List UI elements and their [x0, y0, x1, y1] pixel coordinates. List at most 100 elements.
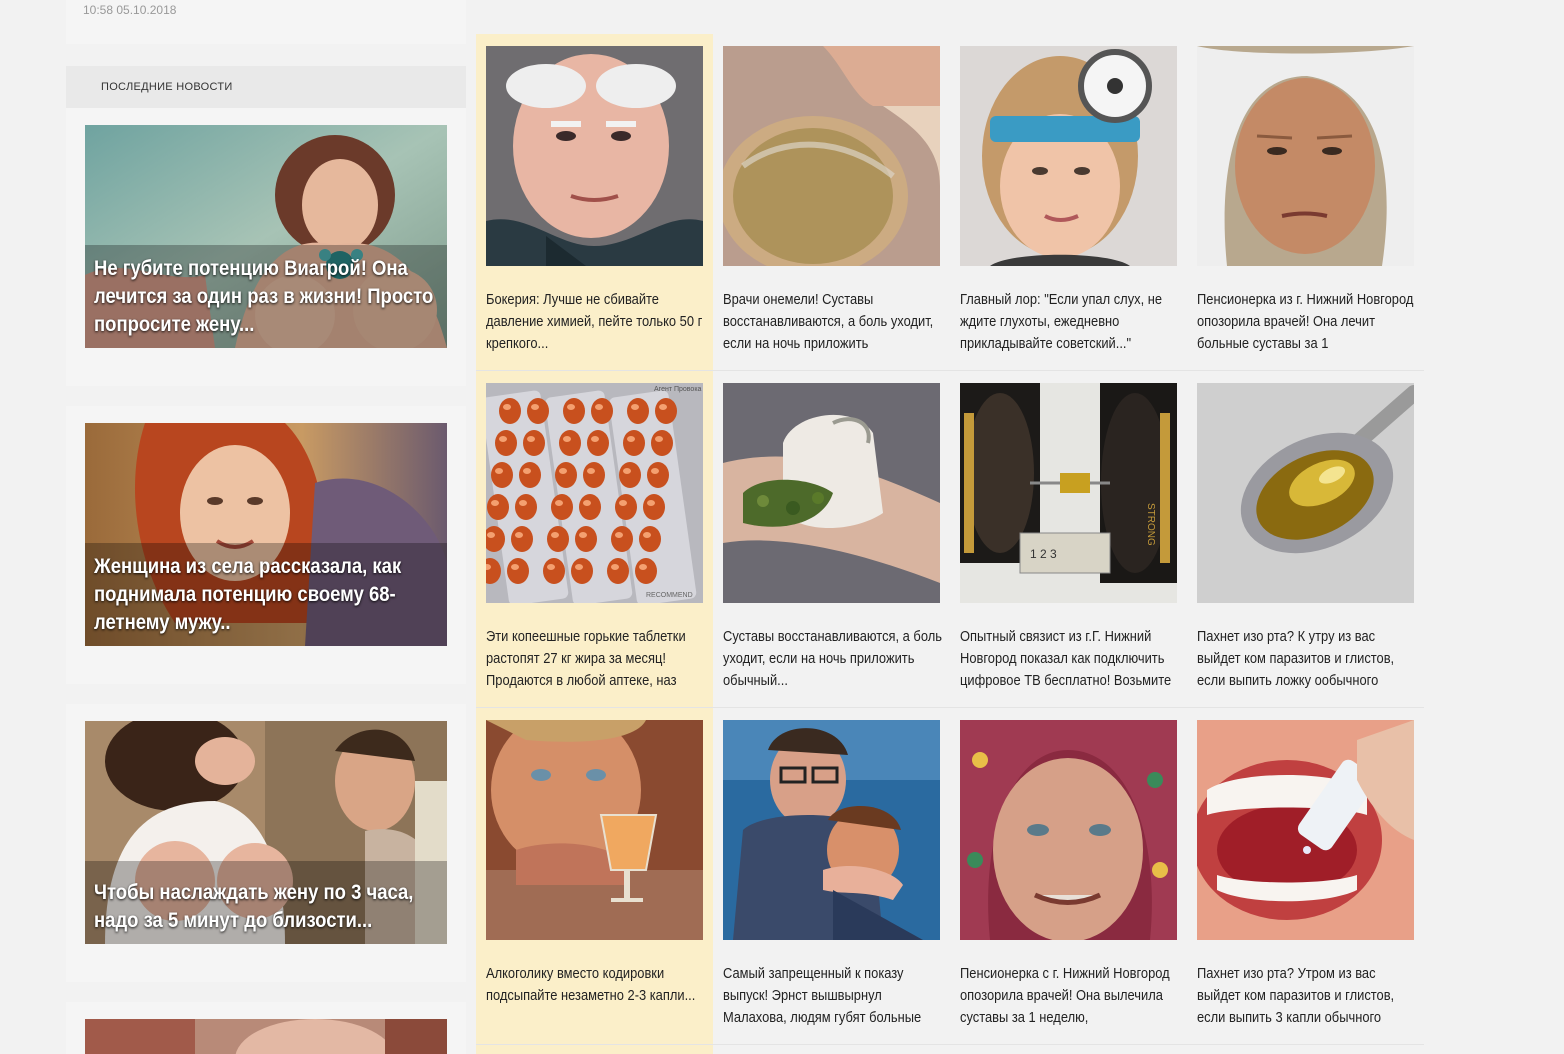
pill-capsule — [647, 462, 669, 488]
news-tile[interactable]: Пахнет изо рта? Утром из вас выйдет ком … — [1187, 708, 1424, 1045]
pill-capsule — [487, 494, 509, 520]
news-image[interactable] — [723, 46, 940, 266]
pill-highlight — [595, 404, 603, 410]
latest-news-header: ПОСЛЕДНИЕ НОВОСТИ — [66, 66, 466, 108]
pill-highlight — [627, 436, 635, 442]
pill-capsule — [643, 494, 665, 520]
news-title[interactable]: Алкоголику вместо кодировки подсыпайте н… — [486, 963, 708, 1007]
news-tile[interactable]: Пахнет изо рта? К утру из вас выйдет ком… — [1187, 371, 1424, 708]
pill-highlight — [495, 468, 503, 474]
sidebar-news-card[interactable]: Чтобы наслаждать жену по 3 часа, надо за… — [66, 704, 466, 982]
pill-capsule — [547, 526, 569, 552]
pill-capsule — [611, 526, 633, 552]
news-image[interactable] — [723, 720, 940, 940]
pill-capsule — [607, 558, 629, 584]
sidebar-news-card[interactable] — [66, 1002, 466, 1054]
news-image[interactable]: Агент Провока RECOMMEND — [486, 383, 703, 603]
news-caption[interactable]: Чтобы наслаждать жену по 3 часа, надо за… — [94, 879, 447, 935]
latest-news-title: ПОСЛЕДНИЕ НОВОСТИ — [101, 81, 233, 93]
news-tile[interactable]: Бокерия: Лучше не сбивайте давление хими… — [476, 34, 713, 371]
pill-capsule — [579, 494, 601, 520]
sidebar-news-card[interactable]: Не губите потенцию Виагрой! Она лечится … — [66, 108, 466, 386]
watermark-text: RECOMMEND — [646, 592, 693, 599]
pill-highlight — [655, 436, 663, 442]
pill-capsule — [655, 398, 677, 424]
news-image[interactable] — [723, 383, 940, 603]
news-image[interactable]: Женщина из села рассказала, как поднимал… — [85, 423, 447, 646]
pill-capsule — [515, 494, 537, 520]
pill-capsule — [587, 430, 609, 456]
watermark-text: Агент Провока — [654, 386, 702, 393]
news-tile[interactable]: Пенсионерка с г. Нижний Новгород опозори… — [950, 708, 1187, 1045]
pill-capsule — [627, 398, 649, 424]
news-tile[interactable] — [476, 1045, 713, 1054]
news-image[interactable] — [960, 720, 1177, 940]
news-title[interactable]: Пенсионерка с г. Нижний Новгород опозори… — [960, 963, 1182, 1029]
news-image[interactable] — [1197, 720, 1414, 940]
pill-highlight — [619, 500, 627, 506]
sidebar: 10:58 05.10.2018 ПОСЛЕДНИЕ НОВОСТИ Не гу… — [66, 0, 466, 1054]
ruler-digits: 1 2 3 — [1030, 547, 1057, 561]
sidebar-news-card[interactable]: Женщина из села рассказала, как поднимал… — [66, 406, 466, 684]
news-caption[interactable]: Женщина из села рассказала, как поднимал… — [94, 553, 447, 637]
news-title[interactable]: Суставы восстанавливаются, а боль уходит… — [723, 626, 945, 692]
news-title[interactable]: Бокерия: Лучше не сбивайте давление хими… — [486, 289, 708, 355]
news-title[interactable]: Врачи онемели! Суставы восстанавливаются… — [723, 289, 945, 355]
pill-capsule — [499, 398, 521, 424]
pill-highlight — [503, 404, 511, 410]
pill-capsule — [615, 494, 637, 520]
news-image[interactable]: Чтобы наслаждать жену по 3 часа, надо за… — [85, 721, 447, 944]
news-image[interactable]: Не губите потенцию Виагрой! Она лечится … — [85, 125, 447, 348]
pill-capsule — [583, 462, 605, 488]
pill-highlight — [487, 532, 495, 538]
pill-highlight — [631, 404, 639, 410]
news-tile[interactable]: Самый запрещенный к показу выпуск! Эрнст… — [713, 708, 950, 1045]
news-tile[interactable]: Агент Провока RECOMMEND Эти копеешные го… — [476, 371, 713, 708]
pill-highlight — [615, 532, 623, 538]
pill-highlight — [499, 436, 507, 442]
pill-capsule — [571, 558, 593, 584]
pill-capsule — [495, 430, 517, 456]
news-tile[interactable]: Алкоголику вместо кодировки подсыпайте н… — [476, 708, 713, 1045]
pill-highlight — [575, 564, 583, 570]
news-title[interactable]: Эти копеешные горькие таблетки растопят … — [486, 626, 708, 692]
news-tile[interactable]: Врачи онемели! Суставы восстанавливаются… — [713, 34, 950, 371]
pill-highlight — [567, 404, 575, 410]
timestamp: 10:58 05.10.2018 — [83, 3, 177, 17]
pill-highlight — [551, 532, 559, 538]
pill-highlight — [651, 468, 659, 474]
divider — [476, 370, 1424, 371]
news-image[interactable] — [1197, 383, 1414, 603]
news-tile[interactable]: Пенсионерка из г. Нижний Новгород опозор… — [1187, 34, 1424, 371]
pill-highlight — [515, 532, 523, 538]
news-caption[interactable]: Не губите потенцию Виагрой! Она лечится … — [94, 255, 447, 339]
pill-highlight — [531, 404, 539, 410]
news-title[interactable]: Пахнет изо рта? К утру из вас выйдет ком… — [1197, 626, 1419, 692]
pill-capsule — [591, 398, 613, 424]
pill-capsule — [519, 462, 541, 488]
news-image[interactable] — [1197, 46, 1414, 266]
date-box: 10:58 05.10.2018 — [66, 0, 466, 44]
pill-highlight — [523, 468, 531, 474]
news-title[interactable]: Опытный связист из г.Г. Нижний Новгород … — [960, 626, 1182, 692]
news-image[interactable] — [486, 720, 703, 940]
news-image[interactable] — [960, 46, 1177, 266]
news-tile[interactable]: Главный лор: "Если упал слух, не ждите г… — [950, 34, 1187, 371]
news-title[interactable]: Самый запрещенный к показу выпуск! Эрнст… — [723, 963, 945, 1029]
news-tile[interactable]: Суставы восстанавливаются, а боль уходит… — [713, 371, 950, 708]
news-image[interactable]: STRONG 1 2 3 — [960, 383, 1177, 603]
pill-highlight — [563, 436, 571, 442]
pill-highlight — [639, 564, 647, 570]
pill-capsule — [551, 494, 573, 520]
news-image[interactable] — [486, 46, 703, 266]
pill-capsule — [527, 398, 549, 424]
pill-capsule — [511, 526, 533, 552]
news-title[interactable]: Пенсионерка из г. Нижний Новгород опозор… — [1197, 289, 1419, 355]
news-image[interactable] — [85, 1019, 447, 1054]
news-title[interactable]: Главный лор: "Если упал слух, не ждите г… — [960, 289, 1182, 355]
pill-highlight — [591, 436, 599, 442]
news-tile[interactable]: STRONG 1 2 3 Опытный связист из г.Г. Ниж… — [950, 371, 1187, 708]
pill-highlight — [519, 500, 527, 506]
news-title[interactable]: Пахнет изо рта? Утром из вас выйдет ком … — [1197, 963, 1419, 1029]
pill-highlight — [647, 500, 655, 506]
